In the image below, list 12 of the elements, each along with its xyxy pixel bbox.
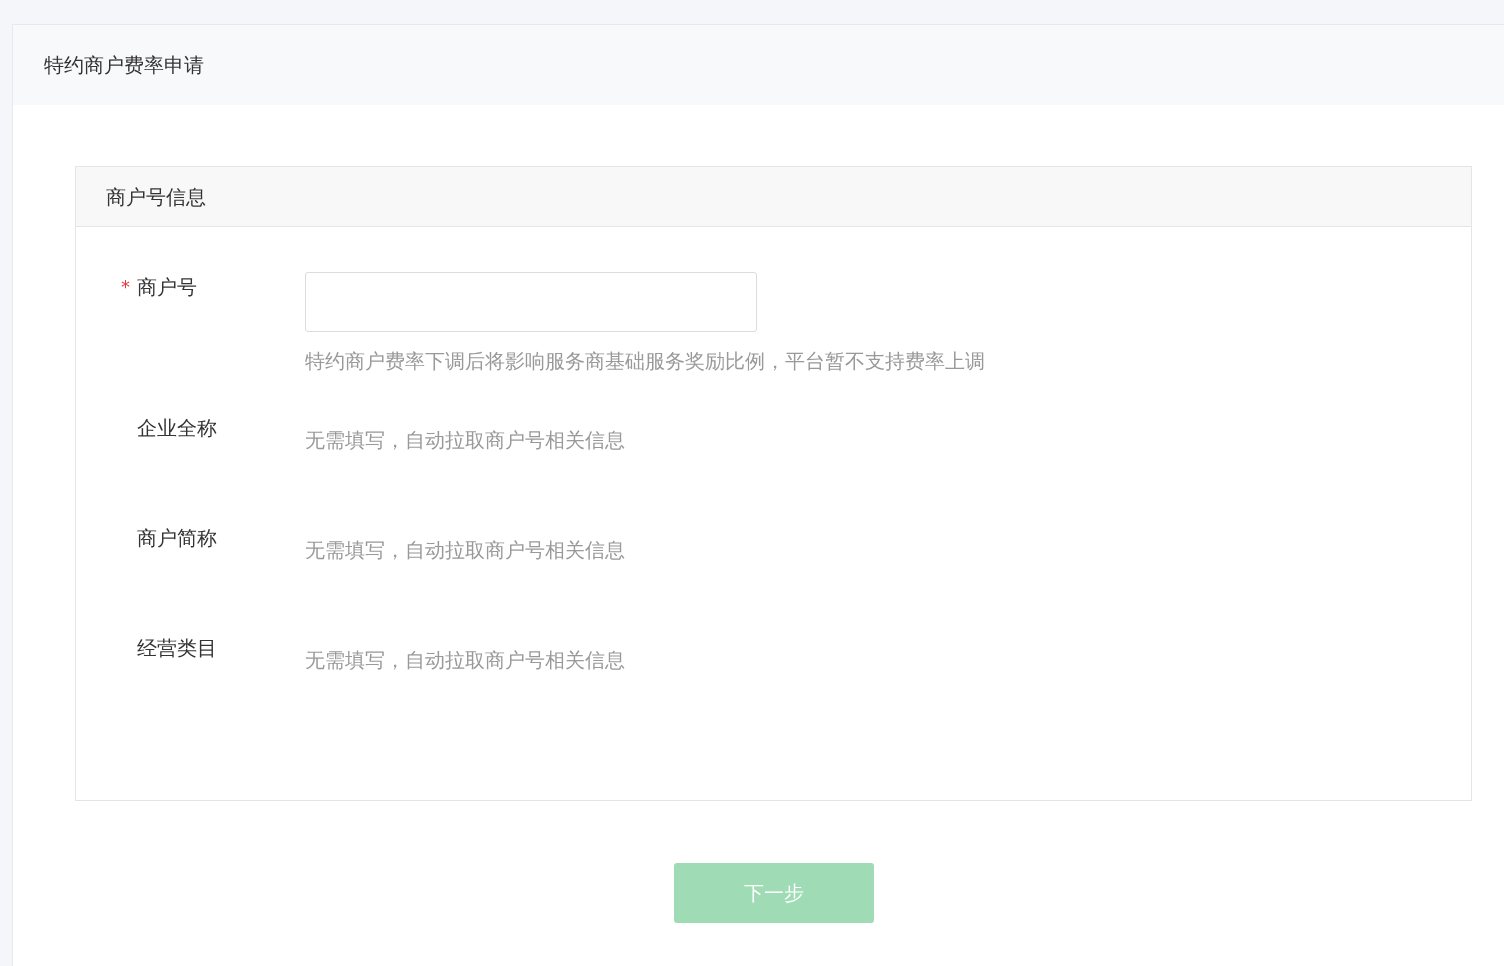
field-note: 无需填写，自动拉取商户号相关信息 [305, 537, 625, 564]
page-title: 特约商户费率申请 [44, 52, 204, 79]
field-label: 商户号 [137, 274, 197, 301]
field-note: 无需填写，自动拉取商户号相关信息 [305, 647, 625, 674]
field-label: 企业全称 [137, 415, 217, 442]
section-title: 商户号信息 [106, 183, 206, 211]
merchant-number-input[interactable] [305, 272, 757, 332]
required-asterisk: * [121, 275, 130, 299]
field-note: 无需填写，自动拉取商户号相关信息 [305, 427, 625, 454]
field-hint: 特约商户费率下调后将影响服务商基础服务奖励比例，平台暂不支持费率上调 [305, 348, 985, 375]
field-label: 商户简称 [137, 525, 217, 552]
field-label: 经营类目 [137, 635, 217, 662]
